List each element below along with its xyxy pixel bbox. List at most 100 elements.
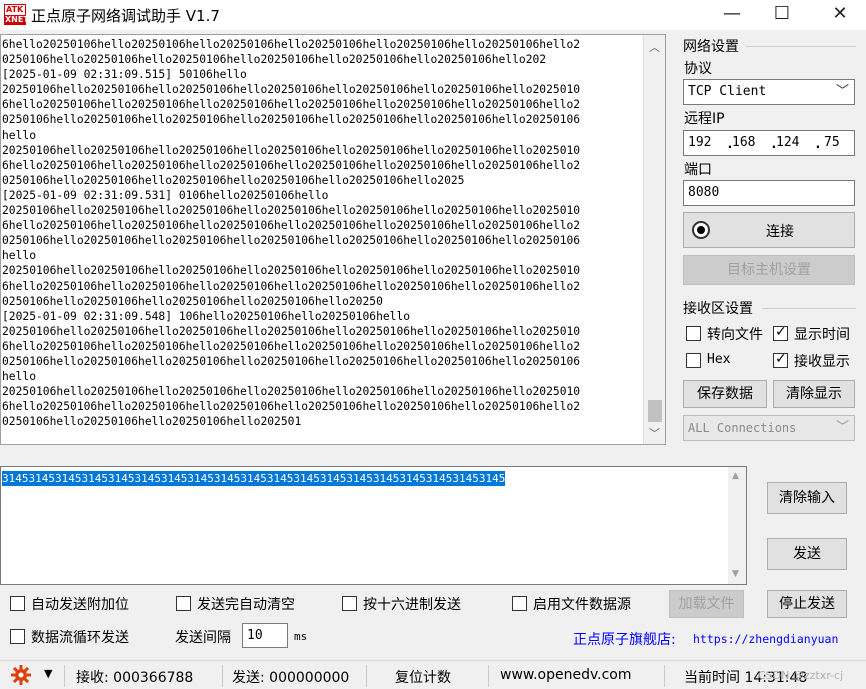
receive-line: 6hello20250106hello20250106hello20250106… (2, 38, 581, 51)
maximize-button[interactable]: ☐ (756, 0, 808, 30)
protocol-select[interactable]: TCP Client ﹀ (683, 79, 855, 105)
promo-link[interactable]: https://zhengdianyuan (693, 632, 838, 646)
close-button[interactable]: ✕ (814, 0, 866, 30)
target-host-button[interactable]: 目标主机设置 (683, 255, 855, 285)
network-settings-title: 网络设置 (683, 39, 739, 55)
receive-line: 20250106hello20250106hello20250106hello2… (2, 324, 581, 338)
receive-line: 0250106hello20250106hello20250106hello20… (2, 113, 581, 127)
receive-line: 6hello20250106hello20250106hello20250106… (2, 158, 581, 172)
show-receive-label: 接收显示 (794, 354, 850, 370)
title-bar: ATK XNET 正点原子网络调试助手 V1.7 — ☐ ✕ (0, 0, 866, 30)
status-separator (366, 665, 367, 687)
receive-line: 0250106hello20250106hello20250106hello20… (2, 415, 302, 429)
save-data-button[interactable]: 保存数据 (683, 380, 767, 408)
caret-down-icon[interactable]: ▼ (44, 667, 52, 680)
scroll-up-icon[interactable]: ︿ (649, 39, 660, 55)
scroll-down-icon[interactable]: ﹀ (649, 425, 660, 441)
connect-button[interactable]: 连接 (683, 212, 855, 248)
show-receive-checkbox[interactable]: ✓ (773, 351, 788, 368)
remote-ip-input[interactable]: 192 . 168 . 124 . 75 (683, 130, 855, 156)
remote-ip-label: 远程IP (684, 111, 725, 127)
status-separator (488, 665, 489, 687)
file-source-label: 启用文件数据源 (533, 597, 631, 613)
receive-line: 6hello20250106hello20250106hello20250106… (2, 339, 581, 353)
auto-clear-checkbox[interactable] (176, 596, 191, 611)
window-title: 正点原子网络调试助手 V1.7 (31, 7, 220, 25)
connections-select[interactable]: ALL Connections ﹀ (683, 415, 855, 441)
scroll-thumb[interactable] (648, 400, 662, 422)
protocol-label: 协议 (684, 61, 712, 77)
gear-icon[interactable] (10, 664, 32, 689)
app-logo: ATK XNET (4, 4, 29, 25)
loop-send-checkbox[interactable] (10, 629, 25, 644)
receive-line: 20250106hello20250106hello20250106hello2… (2, 264, 581, 278)
receive-textarea[interactable]: 6hello20250106hello20250106hello20250106… (0, 34, 666, 445)
send-count: 发送: 000000000 (232, 670, 350, 686)
check-icon: ✓ (775, 351, 787, 367)
minimize-button[interactable]: — (706, 0, 758, 30)
receive-line: 20250106hello20250106hello20250106hello2… (2, 204, 581, 218)
send-textarea[interactable]: 3145314531453145314531453145314531453145… (0, 466, 747, 585)
status-separator (64, 665, 65, 687)
receive-line: 0250106hello20250106hello20250106hello20… (2, 354, 581, 368)
status-separator (222, 665, 223, 687)
receive-line: 0250106hello20250106hello20250106hello20… (2, 294, 383, 308)
receive-line: 0250106hello20250106hello20250106hello20… (2, 173, 465, 187)
redirect-file-checkbox[interactable] (686, 326, 701, 341)
show-time-checkbox[interactable]: ✓ (773, 324, 788, 341)
receive-count: 接收: 000366788 (76, 670, 194, 686)
scroll-down-icon[interactable]: ▼ (732, 569, 739, 579)
interval-input[interactable]: 10 (242, 623, 288, 648)
scroll-up-icon[interactable]: ▲ (732, 471, 739, 481)
receive-line: hello (2, 128, 37, 142)
ip-dot: . (814, 137, 822, 152)
chevron-down-icon: ﹀ (835, 84, 849, 99)
chevron-down-icon: ﹀ (835, 420, 849, 435)
receive-scrollbar[interactable]: ︿ ﹀ (643, 35, 665, 444)
loop-send-label: 数据流循环发送 (31, 630, 129, 646)
website-link[interactable]: www.openedv.com (500, 667, 632, 683)
receive-line: 20250106hello20250106hello20250106hello2… (2, 385, 581, 399)
clear-input-button[interactable]: 清除输入 (767, 482, 847, 514)
file-source-checkbox[interactable] (512, 596, 527, 611)
ip-octet-3[interactable]: 124 (776, 131, 799, 155)
receive-line: hello (2, 370, 37, 384)
connect-button-label: 连接 (766, 224, 794, 240)
promo-label: 正点原子旗舰店: (573, 632, 676, 648)
hex-receive-label: Hex (707, 352, 731, 367)
check-icon: ✓ (775, 324, 787, 340)
ip-octet-1[interactable]: 192 (688, 131, 711, 155)
receive-line: [2025-01-09 02:31:09.548] 106hello202501… (2, 309, 411, 323)
receive-line: 0250106hello20250106hello20250106hello20… (2, 234, 581, 248)
receive-line: 20250106hello20250106hello20250106hello2… (2, 83, 581, 97)
hex-send-checkbox[interactable] (342, 596, 357, 611)
receive-line: 6hello20250106hello20250106hello20250106… (2, 400, 581, 414)
connections-value: ALL Connections (688, 421, 797, 435)
receive-line: 0250106hello20250106hello20250106hello20… (2, 53, 547, 67)
auto-append-checkbox[interactable] (10, 596, 25, 611)
auto-append-label: 自动发送附加位 (31, 597, 129, 613)
send-scrollbar[interactable]: ▲ ▼ (728, 467, 746, 584)
reset-count-button[interactable]: 复位计数 (395, 667, 451, 687)
group-divider (746, 46, 856, 47)
protocol-value: TCP Client (688, 84, 767, 99)
group-divider (762, 308, 856, 309)
watermark: CSDN @zztxr-cj (758, 669, 844, 682)
receive-text: 6hello20250106hello20250106hello20250106… (1, 35, 641, 444)
hex-receive-checkbox[interactable] (686, 353, 701, 368)
receive-line: 20250106hello20250106hello20250106hello2… (2, 143, 581, 157)
stop-send-button[interactable]: 停止发送 (767, 590, 847, 618)
receive-line: [2025-01-09 02:31:09.515] 50106hello (2, 68, 247, 82)
redirect-file-label: 转向文件 (707, 327, 763, 343)
logo-text-bottom: XNET (5, 15, 29, 25)
send-button[interactable]: 发送 (767, 538, 847, 570)
port-label: 端口 (684, 162, 712, 178)
receive-line: 6hello20250106hello20250106hello20250106… (2, 219, 581, 233)
ip-octet-4[interactable]: 75 (824, 131, 840, 155)
clear-display-button[interactable]: 清除显示 (773, 380, 855, 408)
receive-line: [2025-01-09 02:31:09.531] 0106hello20250… (2, 188, 329, 202)
port-input[interactable]: 8080 (683, 180, 855, 206)
ip-octet-2[interactable]: 168 (732, 131, 755, 155)
status-bar: ▼ 接收: 000366788 发送: 000000000 复位计数 www.o… (0, 660, 866, 689)
load-file-button[interactable]: 加载文件 (669, 590, 744, 618)
